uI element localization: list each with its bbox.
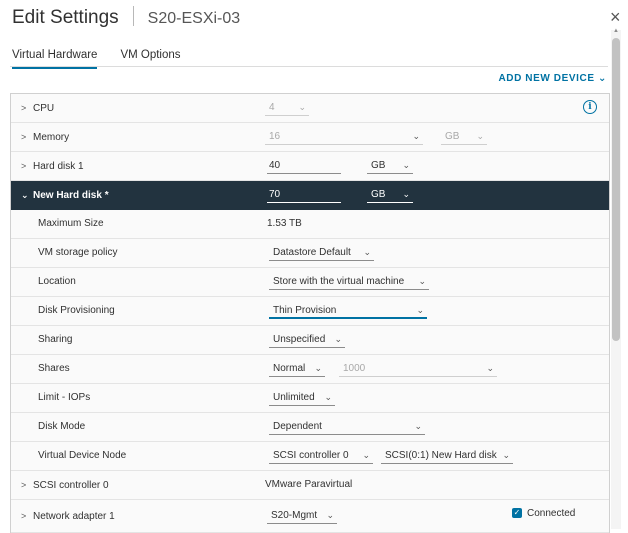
cpu-dropdown[interactable]: 4 ⌄ xyxy=(265,99,309,116)
info-icon[interactable]: i xyxy=(583,100,597,114)
sharing-dropdown[interactable]: Unspecified ⌄ xyxy=(269,331,345,348)
chevron-down-icon: ⌄ xyxy=(334,334,342,344)
shares-dropdown[interactable]: Normal ⌄ xyxy=(269,360,325,377)
dialog-title-text: Edit Settings xyxy=(12,7,119,28)
network-dropdown[interactable]: S20-Mgmt ⌄ xyxy=(267,507,337,524)
row-sharing: Sharing Unspecified ⌄ xyxy=(11,326,609,355)
chevron-down-icon: ⌄ xyxy=(402,160,410,170)
row-scsi-controller[interactable]: > SCSI controller 0 VMware Paravirtual xyxy=(11,471,609,500)
row-new-hard-disk[interactable]: ⌄ New Hard disk * 70 GB ⌄ xyxy=(11,181,609,210)
row-maximum-size: Maximum Size 1.53 TB xyxy=(11,210,609,239)
chevron-down-icon: ⌄ xyxy=(412,131,420,141)
chevron-down-icon: ⌄ xyxy=(502,450,510,460)
chevron-down-icon: ⌄ xyxy=(476,131,484,141)
hard-disk-1-unit-dropdown[interactable]: GB ⌄ xyxy=(367,157,413,174)
limit-iops-dropdown[interactable]: Unlimited ⌄ xyxy=(269,389,335,406)
chevron-right-icon[interactable]: > xyxy=(21,152,33,180)
disk-provisioning-dropdown[interactable]: Thin Provision ⌄ xyxy=(269,302,427,319)
chevron-right-icon[interactable]: > xyxy=(21,471,33,499)
chevron-down-icon: ⌄ xyxy=(486,363,494,373)
row-cpu[interactable]: > CPU 4 ⌄ i xyxy=(11,94,609,123)
dialog-title: Edit Settings S20-ESXi-03 xyxy=(12,6,240,29)
add-new-device-button[interactable]: ADD NEW DEVICE ⌄ xyxy=(498,73,607,84)
row-location: Location Store with the virtual machine ⌄ xyxy=(11,268,609,297)
chevron-down-icon: ⌄ xyxy=(324,392,332,402)
sharing-label: Sharing xyxy=(38,334,73,345)
row-memory[interactable]: > Memory 16 ⌄ GB ⌄ xyxy=(11,123,609,152)
limit-iops-label: Limit - IOPs xyxy=(38,392,91,403)
shares-amount-input[interactable]: 1000 ⌄ xyxy=(339,360,497,377)
disk-mode-label: Disk Mode xyxy=(38,421,86,432)
location-label: Location xyxy=(38,276,76,287)
row-disk-mode: Disk Mode Dependent ⌄ xyxy=(11,413,609,442)
row-network-adapter[interactable]: > Network adapter 1 S20-Mgmt ⌄ ✓ Connected xyxy=(11,500,609,533)
connected-checkbox[interactable]: ✓ xyxy=(512,508,522,518)
chevron-right-icon[interactable]: > xyxy=(21,123,33,151)
vm-storage-policy-label: VM storage policy xyxy=(38,247,118,258)
row-shares: Shares Normal ⌄ 1000 ⌄ xyxy=(11,355,609,384)
chevron-down-icon[interactable]: ⌄ xyxy=(21,181,33,209)
shares-label: Shares xyxy=(38,363,70,374)
close-icon[interactable]: × xyxy=(610,8,621,26)
chevron-right-icon[interactable]: > xyxy=(21,94,33,122)
connected-label: Connected xyxy=(527,508,576,519)
scroll-up-icon[interactable]: ▲ xyxy=(611,28,621,36)
device-node-dropdown[interactable]: SCSI(0:1) New Hard disk ⌄ xyxy=(381,447,513,464)
scsi-controller-type: VMware Paravirtual xyxy=(265,479,353,490)
scsi-controller-label: SCSI controller 0 xyxy=(33,480,109,491)
vm-name: S20-ESXi-03 xyxy=(147,10,241,27)
row-virtual-device-node: Virtual Device Node SCSI controller 0 ⌄ S… xyxy=(11,442,609,471)
hard-disk-1-size-input[interactable]: 40 xyxy=(267,157,341,174)
row-vm-storage-policy: VM storage policy Datastore Default ⌄ xyxy=(11,239,609,268)
row-disk-provisioning: Disk Provisioning Thin Provision ⌄ xyxy=(11,297,609,326)
network-adapter-label: Network adapter 1 xyxy=(33,511,115,522)
hardware-grid: > CPU 4 ⌄ i > Memory 16 ⌄ GB ⌄ > Hard disk 1 4… xyxy=(10,93,610,533)
hard-disk-1-label: Hard disk 1 xyxy=(33,161,84,172)
chevron-down-icon: ⌄ xyxy=(298,102,306,112)
chevron-down-icon: ⌄ xyxy=(416,305,424,315)
memory-unit-dropdown[interactable]: GB ⌄ xyxy=(441,128,487,145)
cpu-label: CPU xyxy=(33,103,55,114)
maximum-size-label: Maximum Size xyxy=(38,218,104,229)
chevron-down-icon: ⌄ xyxy=(414,421,422,431)
vm-storage-policy-dropdown[interactable]: Datastore Default ⌄ xyxy=(269,244,374,261)
chevron-down-icon: ⌄ xyxy=(314,363,322,373)
scrollbar-thumb[interactable] xyxy=(612,38,620,341)
chevron-down-icon: ⌄ xyxy=(363,247,371,257)
row-hard-disk-1[interactable]: > Hard disk 1 40 GB ⌄ xyxy=(11,152,609,181)
maximum-size-value: 1.53 TB xyxy=(267,218,302,229)
disk-mode-dropdown[interactable]: Dependent ⌄ xyxy=(269,418,425,435)
disk-provisioning-label: Disk Provisioning xyxy=(38,305,115,316)
new-hard-disk-size-input[interactable]: 70 xyxy=(267,186,341,203)
chevron-down-icon: ⌄ xyxy=(326,510,334,520)
memory-input[interactable]: 16 ⌄ xyxy=(265,128,423,145)
tab-vm-options[interactable]: VM Options xyxy=(120,49,180,67)
scsi-controller-dropdown[interactable]: SCSI controller 0 ⌄ xyxy=(269,447,373,464)
virtual-device-node-label: Virtual Device Node xyxy=(38,450,127,461)
memory-label: Memory xyxy=(33,132,70,143)
chevron-right-icon[interactable]: > xyxy=(21,500,33,532)
location-dropdown[interactable]: Store with the virtual machine ⌄ xyxy=(269,273,429,290)
title-divider xyxy=(132,6,134,26)
chevron-down-icon: ⌄ xyxy=(402,189,410,199)
new-hard-disk-unit-dropdown[interactable]: GB ⌄ xyxy=(367,186,413,203)
tab-bar: Virtual Hardware VM Options xyxy=(12,45,204,69)
chevron-down-icon: ⌄ xyxy=(418,276,426,286)
new-hard-disk-label: New Hard disk * xyxy=(33,190,109,201)
tab-divider xyxy=(10,66,608,67)
chevron-down-icon: ⌄ xyxy=(362,450,370,460)
row-limit-iops: Limit - IOPs Unlimited ⌄ xyxy=(11,384,609,413)
